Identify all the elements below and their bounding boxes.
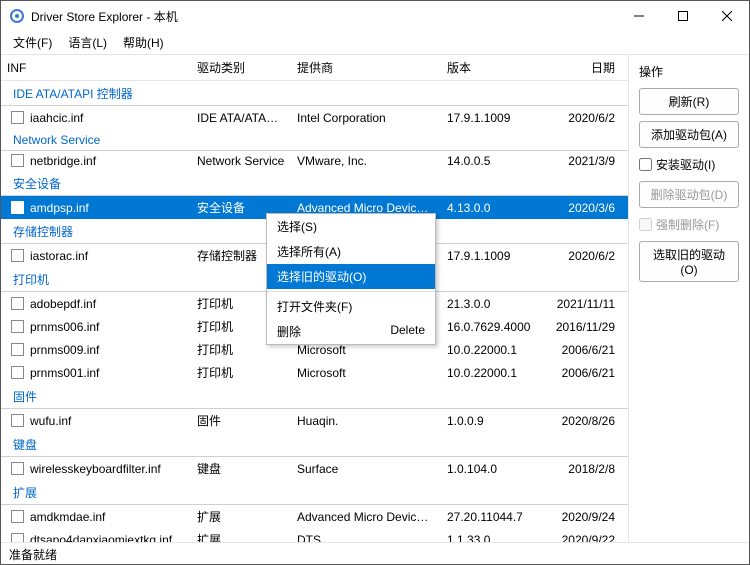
refresh-button[interactable]: 刷新(R) <box>639 88 739 115</box>
actions-heading: 操作 <box>639 63 739 80</box>
table-row[interactable]: amdkmdae.inf扩展Advanced Micro Devices, In… <box>1 505 628 529</box>
app-icon <box>9 8 25 24</box>
col-category[interactable]: 驱动类别 <box>191 55 291 81</box>
group-header[interactable]: Network Service <box>1 129 628 151</box>
col-provider[interactable]: 提供商 <box>291 55 441 81</box>
close-button[interactable] <box>705 1 749 31</box>
driver-list-pane: INF 驱动类别 提供商 版本 日期 大 IDE ATA/ATAPI 控制器ia… <box>1 55 629 542</box>
menu-file[interactable]: 文件(F) <box>5 32 60 53</box>
col-version[interactable]: 版本 <box>441 55 541 81</box>
context-menu-separator <box>267 291 435 292</box>
menu-bar: 文件(F) 语言(L) 帮助(H) <box>1 31 749 55</box>
force-delete-check-input <box>639 218 652 231</box>
table-row[interactable]: wirelesskeyboardfilter.inf键盘Surface1.0.1… <box>1 457 628 481</box>
context-menu: 选择(S)选择所有(A)选择旧的驱动(O) 打开文件夹(F)删除Delete <box>266 213 436 345</box>
delete-driver-button[interactable]: 删除驱动包(D) <box>639 181 739 208</box>
menu-language[interactable]: 语言(L) <box>60 32 115 53</box>
context-menu-item[interactable]: 删除Delete <box>267 319 435 344</box>
window-title: Driver Store Explorer - 本机 <box>31 8 617 25</box>
install-driver-check-input[interactable] <box>639 158 652 171</box>
table-row[interactable]: dtsapo4dapxiaomiextkg.inf扩展DTS1.1.33.020… <box>1 528 628 542</box>
col-size[interactable]: 大 <box>621 55 628 81</box>
context-menu-item[interactable]: 打开文件夹(F) <box>267 294 435 319</box>
status-bar: 准备就绪 <box>1 542 749 564</box>
col-inf[interactable]: INF <box>1 55 191 81</box>
table-row[interactable]: iaahcic.infIDE ATA/ATAPI 控制器Intel Corpor… <box>1 106 628 130</box>
title-bar: Driver Store Explorer - 本机 <box>1 1 749 31</box>
install-driver-checkbox[interactable]: 安装驱动(I) <box>639 154 739 175</box>
context-menu-item[interactable]: 选择旧的驱动(O) <box>267 264 435 289</box>
select-old-button[interactable]: 选取旧的驱动(O) <box>639 241 739 282</box>
context-menu-item[interactable]: 选择(S) <box>267 214 435 239</box>
table-row[interactable]: prnms001.inf打印机Microsoft10.0.22000.12006… <box>1 361 628 384</box>
table-header[interactable]: INF 驱动类别 提供商 版本 日期 大 <box>1 55 628 81</box>
context-menu-item[interactable]: 选择所有(A) <box>267 239 435 264</box>
group-header[interactable]: 安全设备 <box>1 171 628 196</box>
minimize-button[interactable] <box>617 1 661 31</box>
maximize-button[interactable] <box>661 1 705 31</box>
force-delete-checkbox: 强制删除(F) <box>639 214 739 235</box>
group-header[interactable]: 键盘 <box>1 432 628 457</box>
menu-help[interactable]: 帮助(H) <box>115 32 172 53</box>
add-driver-button[interactable]: 添加驱动包(A) <box>639 121 739 148</box>
group-header[interactable]: 固件 <box>1 384 628 409</box>
group-header[interactable]: 扩展 <box>1 480 628 505</box>
group-header[interactable]: IDE ATA/ATAPI 控制器 <box>1 81 628 106</box>
actions-panel: 操作 刷新(R) 添加驱动包(A) 安装驱动(I) 删除驱动包(D) 强制删除(… <box>629 55 749 542</box>
col-date[interactable]: 日期 <box>541 55 621 81</box>
table-row[interactable]: netbridge.infNetwork ServiceVMware, Inc.… <box>1 151 628 172</box>
table-row[interactable]: wufu.inf固件Huaqin.1.0.0.92020/8/2617 M <box>1 409 628 433</box>
